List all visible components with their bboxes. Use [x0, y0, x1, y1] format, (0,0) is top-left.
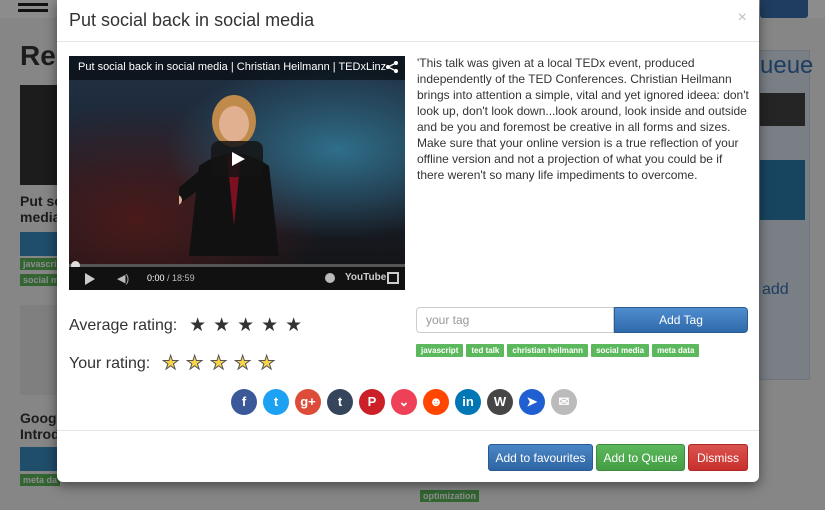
video-title-bar: Put social back in social media | Christ…: [69, 56, 405, 80]
reddit-icon[interactable]: ☻: [423, 389, 449, 415]
email-icon[interactable]: ✉: [551, 389, 577, 415]
your-rating: Your rating: ★ ★ ★ ★ ★: [69, 352, 279, 375]
fullscreen-icon[interactable]: [387, 272, 399, 284]
average-rating-stars: ★ ★ ★ ★ ★: [186, 314, 306, 337]
star-icon: ★: [213, 315, 231, 336]
star-icon[interactable]: ★: [207, 352, 231, 375]
video-player[interactable]: Put social back in social media | Christ…: [69, 56, 405, 290]
facebook-icon[interactable]: f: [231, 389, 257, 415]
tag-badge[interactable]: ted talk: [466, 344, 505, 357]
star-icon: ★: [261, 315, 279, 336]
star-icon[interactable]: ★: [255, 352, 279, 375]
play-icon[interactable]: [85, 273, 95, 285]
tag-list: javascript ted talk christian heilmann soci…: [416, 340, 756, 358]
average-rating: Average rating: ★ ★ ★ ★ ★: [69, 314, 306, 337]
pinterest-icon[interactable]: P: [359, 389, 385, 415]
add-to-queue-button[interactable]: Add to Queue: [596, 444, 685, 471]
info-icon[interactable]: [325, 273, 335, 283]
tag-badge[interactable]: social media: [591, 344, 650, 357]
modal-title: Put social back in social media: [69, 10, 315, 30]
linkedin-icon[interactable]: in: [455, 389, 481, 415]
tag-input[interactable]: [416, 307, 614, 333]
star-icon: ★: [237, 315, 255, 336]
star-icon[interactable]: ★: [183, 352, 207, 375]
tag-badge[interactable]: christian heilmann: [507, 344, 589, 357]
tag-badge[interactable]: javascript: [416, 344, 464, 357]
google-plus-icon[interactable]: g+: [295, 389, 321, 415]
tumblr-icon[interactable]: t: [327, 389, 353, 415]
time-display: 0:00 / 18:59: [147, 273, 195, 283]
wordpress-icon[interactable]: W: [487, 389, 513, 415]
volume-icon[interactable]: ◀︎): [117, 272, 129, 285]
star-icon: ★: [285, 315, 303, 336]
add-tag-button[interactable]: Add Tag: [614, 307, 748, 333]
video-modal: Put social back in social media × Put so…: [57, 0, 759, 482]
share-buttons: f t g+ t P ⌄ ☻ in W ➤ ✉: [231, 389, 583, 415]
dismiss-button[interactable]: Dismiss: [688, 444, 748, 471]
your-rating-label: Your rating:: [69, 354, 151, 372]
video-controls: ◀︎) 0:00 / 18:59 YouTube: [69, 267, 405, 290]
average-rating-label: Average rating:: [69, 316, 178, 334]
your-rating-stars[interactable]: ★ ★ ★ ★ ★: [159, 352, 279, 375]
star-icon: ★: [189, 315, 207, 336]
share-icon[interactable]: [385, 60, 399, 74]
close-icon[interactable]: ×: [738, 9, 747, 27]
modal-footer: Add to favourites Add to Queue Dismiss: [57, 430, 759, 482]
add-to-favourites-button[interactable]: Add to favourites: [488, 444, 593, 471]
pocket-icon[interactable]: ⌄: [391, 389, 417, 415]
video-title[interactable]: Put social back in social media | Christ…: [78, 61, 386, 73]
star-icon[interactable]: ★: [159, 352, 183, 375]
star-icon[interactable]: ★: [231, 352, 255, 375]
tag-badge[interactable]: meta data: [652, 344, 700, 357]
pinboard-icon[interactable]: ➤: [519, 389, 545, 415]
youtube-logo[interactable]: YouTube: [345, 272, 386, 283]
modal-header: Put social back in social media ×: [57, 0, 759, 42]
play-button[interactable]: [211, 141, 263, 177]
twitter-icon[interactable]: t: [263, 389, 289, 415]
video-description: 'This talk was given at a local TEDx eve…: [417, 56, 749, 182]
